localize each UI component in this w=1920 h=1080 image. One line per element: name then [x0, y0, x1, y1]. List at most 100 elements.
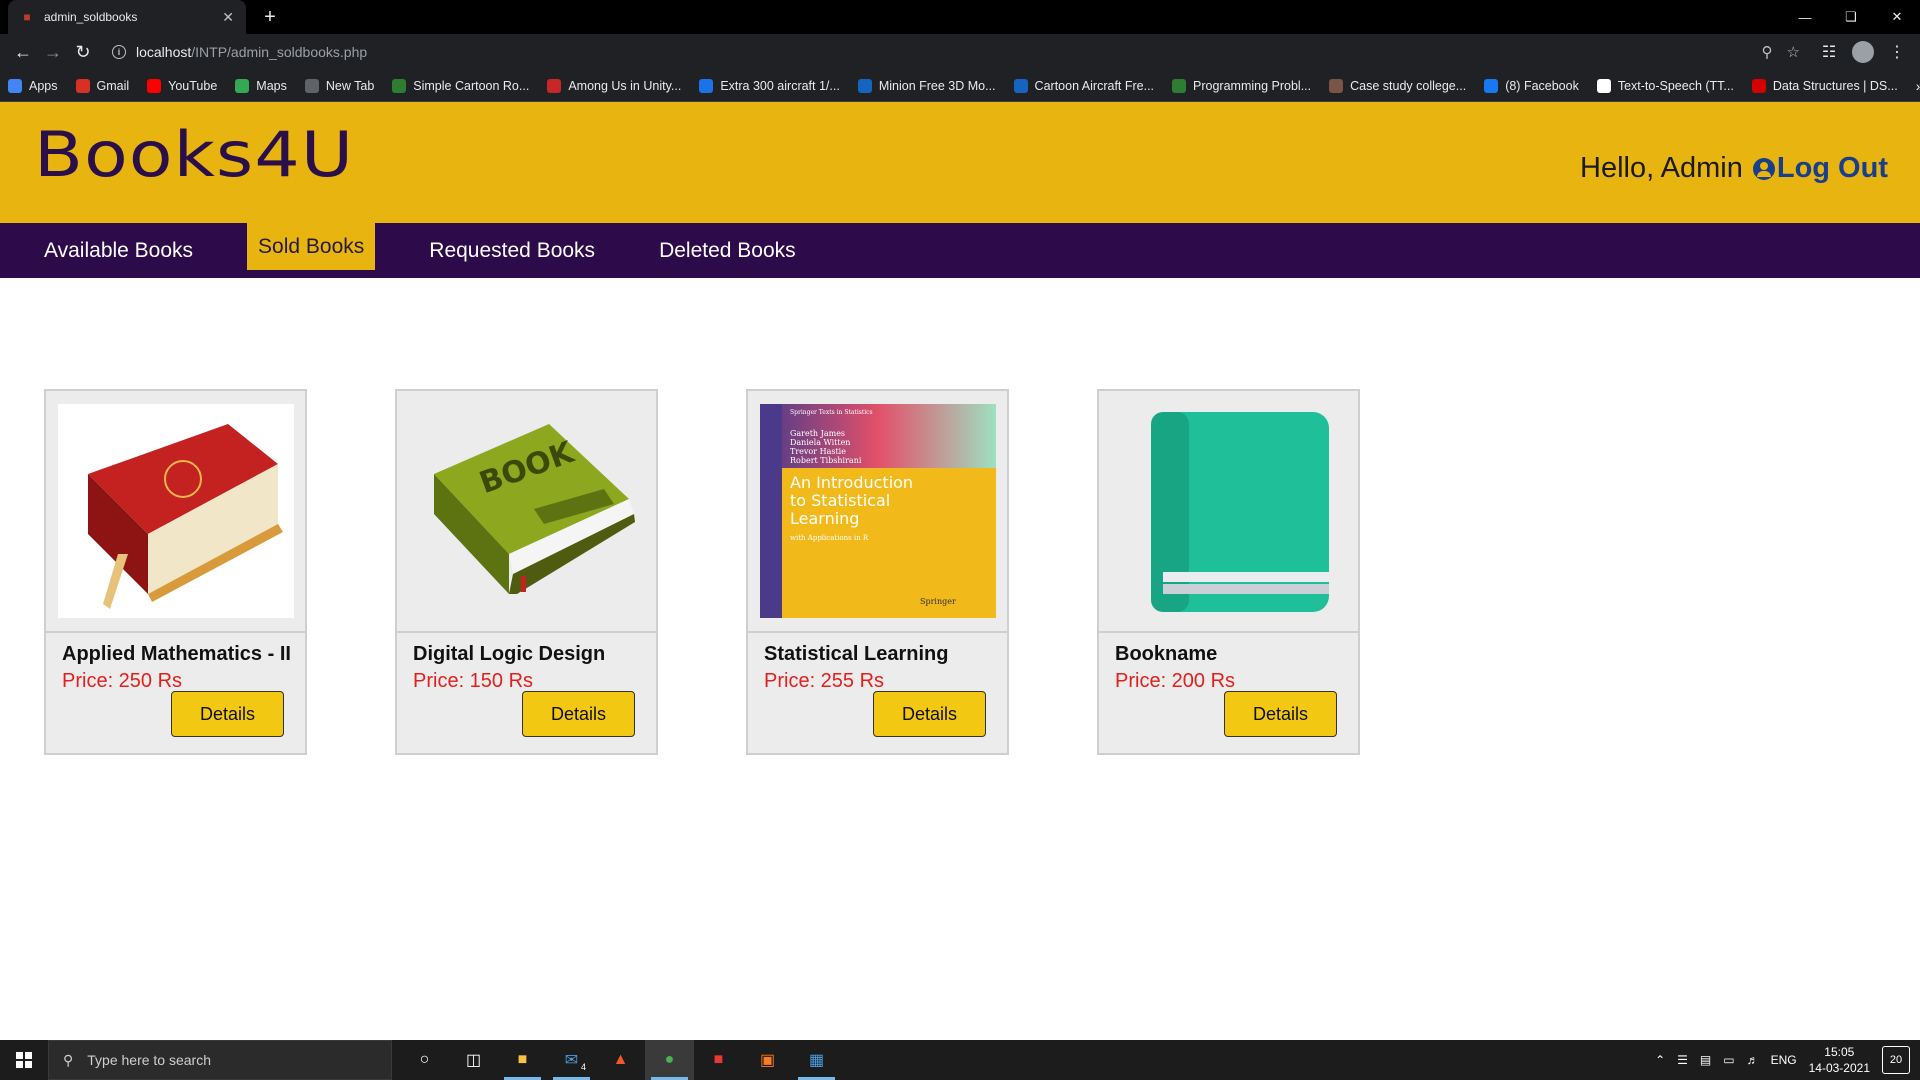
bookmark-favicon-icon	[1329, 78, 1344, 93]
book-price: Price: 150 Rs	[413, 670, 534, 692]
notifications-icon[interactable]: 20	[1882, 1046, 1910, 1074]
url-path: /INTP/admin_soldbooks.php	[191, 44, 368, 60]
bookmark-favicon-icon	[1484, 78, 1499, 93]
details-button[interactable]: Details	[171, 691, 284, 737]
tab-title: admin_soldbooks	[44, 10, 138, 24]
bookmark-item[interactable]: YouTube	[147, 78, 217, 93]
new-tab-button[interactable]: +	[258, 5, 282, 29]
site-info-icon[interactable]: i	[112, 45, 126, 59]
bookmark-item[interactable]: Maps	[235, 78, 287, 93]
bookmark-favicon-icon	[1596, 78, 1611, 93]
clock[interactable]: 15:05 14-03-2021	[1809, 1044, 1870, 1076]
bookmark-item[interactable]: Programming Probl...	[1172, 78, 1311, 93]
cover-author: Robert Tibshirani	[790, 456, 862, 465]
windows-start-icon[interactable]	[0, 1040, 48, 1080]
details-button[interactable]: Details	[522, 691, 635, 737]
bookmark-label: Text-to-Speech (TT...	[1617, 78, 1734, 93]
bookmark-favicon-icon	[75, 78, 90, 93]
url-bar[interactable]: i localhost/INTP/admin_soldbooks.php ⚲ ☆	[104, 38, 1808, 66]
bookmark-item[interactable]: Data Structures | DS...	[1751, 78, 1898, 93]
window-controls: — ❏ ✕	[1782, 0, 1920, 34]
taskbar-search-input[interactable]: ⚲ Type here to search	[48, 1040, 392, 1080]
cover-title-line: Learning	[790, 509, 859, 528]
bookmark-item[interactable]: Apps	[8, 78, 58, 93]
main-nav: Available Books Sold Books Requested Books…	[0, 223, 1920, 278]
book-card: Applied Mathematics - II Price: 250 Rs Det…	[44, 389, 307, 755]
book-card: BOOK Digital Logic Design Price: 150 Rs Det…	[395, 389, 658, 755]
bookmarks-overflow-icon[interactable]: »	[1916, 78, 1920, 94]
bookmark-favicon-icon	[8, 78, 22, 93]
book-cover-image: BOOK	[397, 391, 656, 633]
logout-link[interactable]: Log Out	[1752, 152, 1888, 185]
acrobat-icon[interactable]: ■	[694, 1040, 743, 1080]
bookmark-item[interactable]: Extra 300 aircraft 1/...	[699, 78, 840, 93]
brave-browser-icon[interactable]: ▲	[596, 1040, 645, 1080]
clock-date: 14-03-2021	[1808, 1061, 1870, 1075]
bookmark-favicon-icon	[857, 78, 872, 93]
bookmark-item[interactable]: (8) Facebook	[1484, 78, 1579, 93]
clock-time: 15:05	[1824, 1045, 1855, 1059]
bookmark-item[interactable]: Gmail	[75, 78, 129, 93]
file-explorer-icon[interactable]: ■	[498, 1040, 547, 1080]
minimize-icon[interactable]: —	[1782, 0, 1828, 34]
search-icon: ⚲	[63, 1051, 74, 1068]
chevron-up-icon[interactable]: ⌃	[1655, 1053, 1665, 1067]
bookmark-item[interactable]: New Tab	[304, 78, 374, 93]
photos-icon[interactable]: ▦	[792, 1040, 841, 1080]
bookmark-item[interactable]: Minion Free 3D Mo...	[857, 78, 996, 93]
book-title: Applied Mathematics - II	[62, 643, 291, 665]
cover-author: Daniela Witten	[790, 438, 850, 447]
bookmark-item[interactable]: Cartoon Aircraft Fre...	[1013, 78, 1154, 93]
site-logo[interactable]: Books4U	[34, 118, 354, 191]
details-button[interactable]: Details	[1224, 691, 1337, 737]
chrome-icon[interactable]: ●	[645, 1040, 694, 1080]
nav-requested-books[interactable]: Requested Books	[419, 223, 605, 278]
book-card: Springer Texts in Statistics Gareth James…	[746, 389, 1009, 755]
xampp-icon[interactable]: ▣	[743, 1040, 792, 1080]
bookmark-item[interactable]: Text-to-Speech (TT...	[1596, 78, 1734, 93]
volume-icon[interactable]: ♬	[1747, 1053, 1759, 1067]
close-window-icon[interactable]: ✕	[1874, 0, 1920, 34]
bookmark-favicon-icon	[1013, 78, 1028, 93]
cover-author: Trevor Hastie	[790, 447, 846, 456]
back-arrow-icon[interactable]: ←	[8, 37, 38, 67]
nav-sold-books[interactable]: Sold Books	[247, 223, 376, 270]
restore-icon[interactable]: ❏	[1828, 0, 1874, 34]
task-view-icon[interactable]: ◫	[449, 1040, 498, 1080]
search-placeholder: Type here to search	[87, 1052, 212, 1068]
logout-label: Log Out	[1776, 152, 1888, 184]
battery-icon[interactable]: ▭	[1723, 1053, 1734, 1067]
nav-deleted-books[interactable]: Deleted Books	[649, 223, 806, 278]
book-title: Digital Logic Design	[413, 643, 606, 665]
close-tab-icon[interactable]: ✕	[222, 9, 234, 26]
nav-available-books[interactable]: Available Books	[34, 223, 203, 278]
browser-tab[interactable]: ■ admin_soldbooks ✕	[8, 0, 246, 34]
bookmark-favicon-icon	[699, 78, 714, 93]
book-grid: Applied Mathematics - II Price: 250 Rs Det…	[44, 389, 1360, 755]
extensions-puzzle-icon[interactable]: ☷	[1814, 37, 1844, 67]
bookmark-item[interactable]: Among Us in Unity...	[547, 78, 681, 93]
zoom-icon[interactable]: ⚲	[1762, 43, 1773, 61]
cover-series: Springer Texts in Statistics	[790, 409, 873, 416]
mail-icon[interactable]: ✉ 4	[547, 1040, 596, 1080]
bookmark-favicon-icon	[547, 78, 562, 93]
cover-title-line: to Statistical	[790, 491, 890, 510]
wifi-icon[interactable]: ☰	[1677, 1053, 1688, 1067]
book-price: Price: 250 Rs	[62, 670, 183, 692]
cortana-icon[interactable]: ○	[400, 1040, 449, 1080]
cover-subtitle: with Applications in R	[790, 534, 869, 542]
profile-avatar[interactable]	[1852, 41, 1874, 63]
menu-kebab-icon[interactable]: ⋮	[1882, 37, 1912, 67]
bookmark-star-icon[interactable]: ☆	[1787, 43, 1800, 61]
cover-title-line: An Introduction	[790, 473, 913, 492]
reload-icon[interactable]: ↻	[68, 37, 98, 67]
details-button[interactable]: Details	[873, 691, 986, 737]
language-indicator[interactable]: ENG	[1771, 1053, 1797, 1067]
bookmark-item[interactable]: Case study college...	[1329, 78, 1466, 93]
forward-arrow-icon[interactable]: →	[38, 37, 68, 67]
bookmark-label: Maps	[256, 78, 287, 93]
bookmark-label: Simple Cartoon Ro...	[413, 78, 530, 93]
taskbar-apps: ○ ◫ ■ ✉ 4 ▲ ● ■ ▣ ▦	[400, 1040, 841, 1080]
network-icon[interactable]: ▤	[1700, 1053, 1711, 1067]
bookmark-item[interactable]: Simple Cartoon Ro...	[392, 78, 530, 93]
